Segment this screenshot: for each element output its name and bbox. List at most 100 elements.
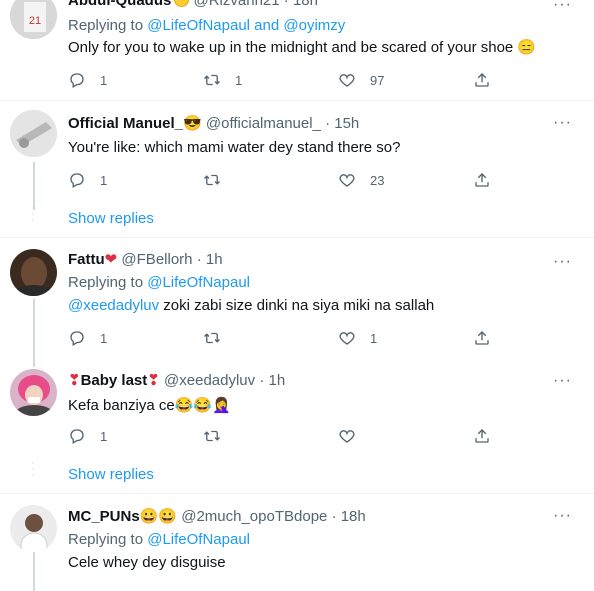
author-name[interactable]: Abdul-Quadus xyxy=(68,0,171,9)
reply-count: 1 xyxy=(100,330,108,346)
like-button[interactable]: 1 xyxy=(338,328,377,348)
retweet-button[interactable] xyxy=(203,170,221,190)
author-handle[interactable]: @Rizvahh21 xyxy=(194,0,280,9)
reply-icon xyxy=(70,429,84,444)
like-button[interactable] xyxy=(338,426,356,446)
separator-dot: · xyxy=(331,508,337,525)
replying-to: Replying to @LifeOfNapaul and @oyimzy xyxy=(68,16,345,36)
like-icon xyxy=(339,74,355,87)
author-handle[interactable]: @xeedadyluv xyxy=(164,372,255,389)
share-button[interactable] xyxy=(473,328,491,348)
show-replies-link[interactable]: Show replies xyxy=(68,210,154,227)
reply-button[interactable]: 1 xyxy=(68,328,107,348)
author-name[interactable]: Baby last xyxy=(81,372,148,389)
tweet-text: Only for you to wake up in the midnight … xyxy=(68,39,537,56)
mention-link[interactable]: @LifeOfNapaul xyxy=(147,531,250,548)
avatar[interactable] xyxy=(10,505,57,552)
retweet-button[interactable] xyxy=(203,426,221,446)
avatar[interactable] xyxy=(10,110,57,157)
like-count: 97 xyxy=(370,72,385,88)
timestamp[interactable]: 18h xyxy=(341,508,366,525)
thread-line xyxy=(33,551,35,591)
reply-button[interactable]: 1 xyxy=(68,70,107,90)
show-replies-link[interactable]: Show replies xyxy=(68,466,154,483)
author-handle[interactable]: @officialmanuel_ xyxy=(206,115,321,132)
replying-to: Replying to @LifeOfNapaul xyxy=(68,273,564,293)
reply-button[interactable]: 1 xyxy=(68,170,107,190)
share-button[interactable] xyxy=(473,426,491,446)
share-icon xyxy=(475,73,489,87)
replying-and: and xyxy=(254,17,280,34)
avatar[interactable] xyxy=(10,249,57,296)
reply-icon xyxy=(70,173,84,188)
like-button[interactable]: 97 xyxy=(338,70,384,90)
like-icon xyxy=(339,174,355,187)
retweet-button[interactable] xyxy=(203,328,221,348)
smile-emoji-icon xyxy=(174,0,190,7)
tweet-3[interactable]: Fattu❤ @FBellorh · 1h Replying to @LifeO… xyxy=(0,237,594,367)
mention-link[interactable]: @oyimzy xyxy=(283,17,345,34)
retweet-icon xyxy=(204,430,220,442)
tweet-text: You're like: which mami water dey stand … xyxy=(68,139,401,156)
separator-dot: · xyxy=(325,115,331,132)
separator-dot: · xyxy=(196,251,202,268)
thread-dots: · · · xyxy=(31,200,35,226)
reply-count: 1 xyxy=(100,428,108,444)
replying-label: Replying to xyxy=(68,531,144,548)
tweet-text: Cele whey dey disguise xyxy=(68,554,226,571)
author-handle[interactable]: @2much_opoTBdope xyxy=(181,508,327,525)
like-button[interactable]: 23 xyxy=(338,170,384,190)
replying-label: Replying to xyxy=(68,274,144,291)
tweet-1[interactable]: 21 Abdul-Quadus @Rizvahh21 · 18h Replyin… xyxy=(0,0,594,100)
svg-text:21: 21 xyxy=(29,15,41,27)
tweet-text: Kefa banziya ce😂😂🤦‍♀️ xyxy=(68,397,231,414)
exclamation-heart-emoji-icon: ❣ xyxy=(147,372,160,389)
like-icon xyxy=(339,430,355,443)
reply-icon xyxy=(70,73,84,88)
author-name[interactable]: MC_PUNs😀😀 xyxy=(68,508,177,525)
author-name[interactable]: Official Manuel_😎 xyxy=(68,115,202,132)
retweet-icon xyxy=(204,174,220,186)
timestamp[interactable]: 15h xyxy=(334,115,359,132)
more-icon[interactable]: ··· xyxy=(553,373,572,389)
thread-line xyxy=(33,299,35,367)
avatar[interactable]: 21 xyxy=(10,0,57,39)
mention-link[interactable]: @LifeOfNapaul xyxy=(147,274,250,291)
share-button[interactable] xyxy=(473,170,491,190)
tweet-4[interactable]: ❣Baby last❣ @xeedadyluv · 1h Kefa banziy… xyxy=(0,367,594,493)
share-button[interactable] xyxy=(473,70,491,90)
avatar[interactable] xyxy=(10,369,57,416)
like-icon xyxy=(339,332,355,345)
tweet-actions: 1 23 xyxy=(68,170,508,190)
share-icon xyxy=(475,331,489,345)
more-icon[interactable]: ··· xyxy=(553,508,572,524)
tweet-actions: 1 xyxy=(68,426,508,446)
reply-button[interactable]: 1 xyxy=(68,426,107,446)
more-icon[interactable]: ··· xyxy=(553,0,572,13)
share-icon xyxy=(475,173,489,187)
retweet-button[interactable]: 1 xyxy=(203,70,242,90)
author-name[interactable]: Fattu xyxy=(68,251,105,268)
timestamp[interactable]: 1h xyxy=(269,372,286,389)
timestamp[interactable]: 18h xyxy=(293,0,318,9)
timestamp[interactable]: 1h xyxy=(206,251,223,268)
thread-dots: · · · xyxy=(31,455,35,481)
reply-count: 1 xyxy=(100,172,108,188)
retweet-count: 1 xyxy=(235,72,243,88)
tweet-5[interactable]: MC_PUNs😀😀 @2much_opoTBdope · 18h Replyin… xyxy=(0,493,594,591)
tweet-2[interactable]: Official Manuel_😎 @officialmanuel_ · 15h… xyxy=(0,100,594,237)
more-icon[interactable]: ··· xyxy=(553,254,572,270)
author-handle[interactable]: @FBellorh xyxy=(121,251,192,268)
mention-link[interactable]: @LifeOfNapaul xyxy=(147,17,250,34)
share-icon xyxy=(475,429,489,443)
like-count: 23 xyxy=(370,172,385,188)
exclamation-heart-emoji-icon: ❣ xyxy=(68,372,81,389)
heart-emoji-icon: ❤ xyxy=(104,251,118,268)
mention-link[interactable]: @xeedadyluv xyxy=(68,297,159,314)
retweet-icon xyxy=(204,332,220,344)
tweet-actions: 1 1 xyxy=(68,328,508,348)
retweet-icon xyxy=(204,74,220,86)
tweet-text: zoki zabi size dinki na siya miki na sal… xyxy=(163,297,435,314)
more-icon[interactable]: ··· xyxy=(553,115,572,131)
separator-dot: · xyxy=(259,372,265,389)
